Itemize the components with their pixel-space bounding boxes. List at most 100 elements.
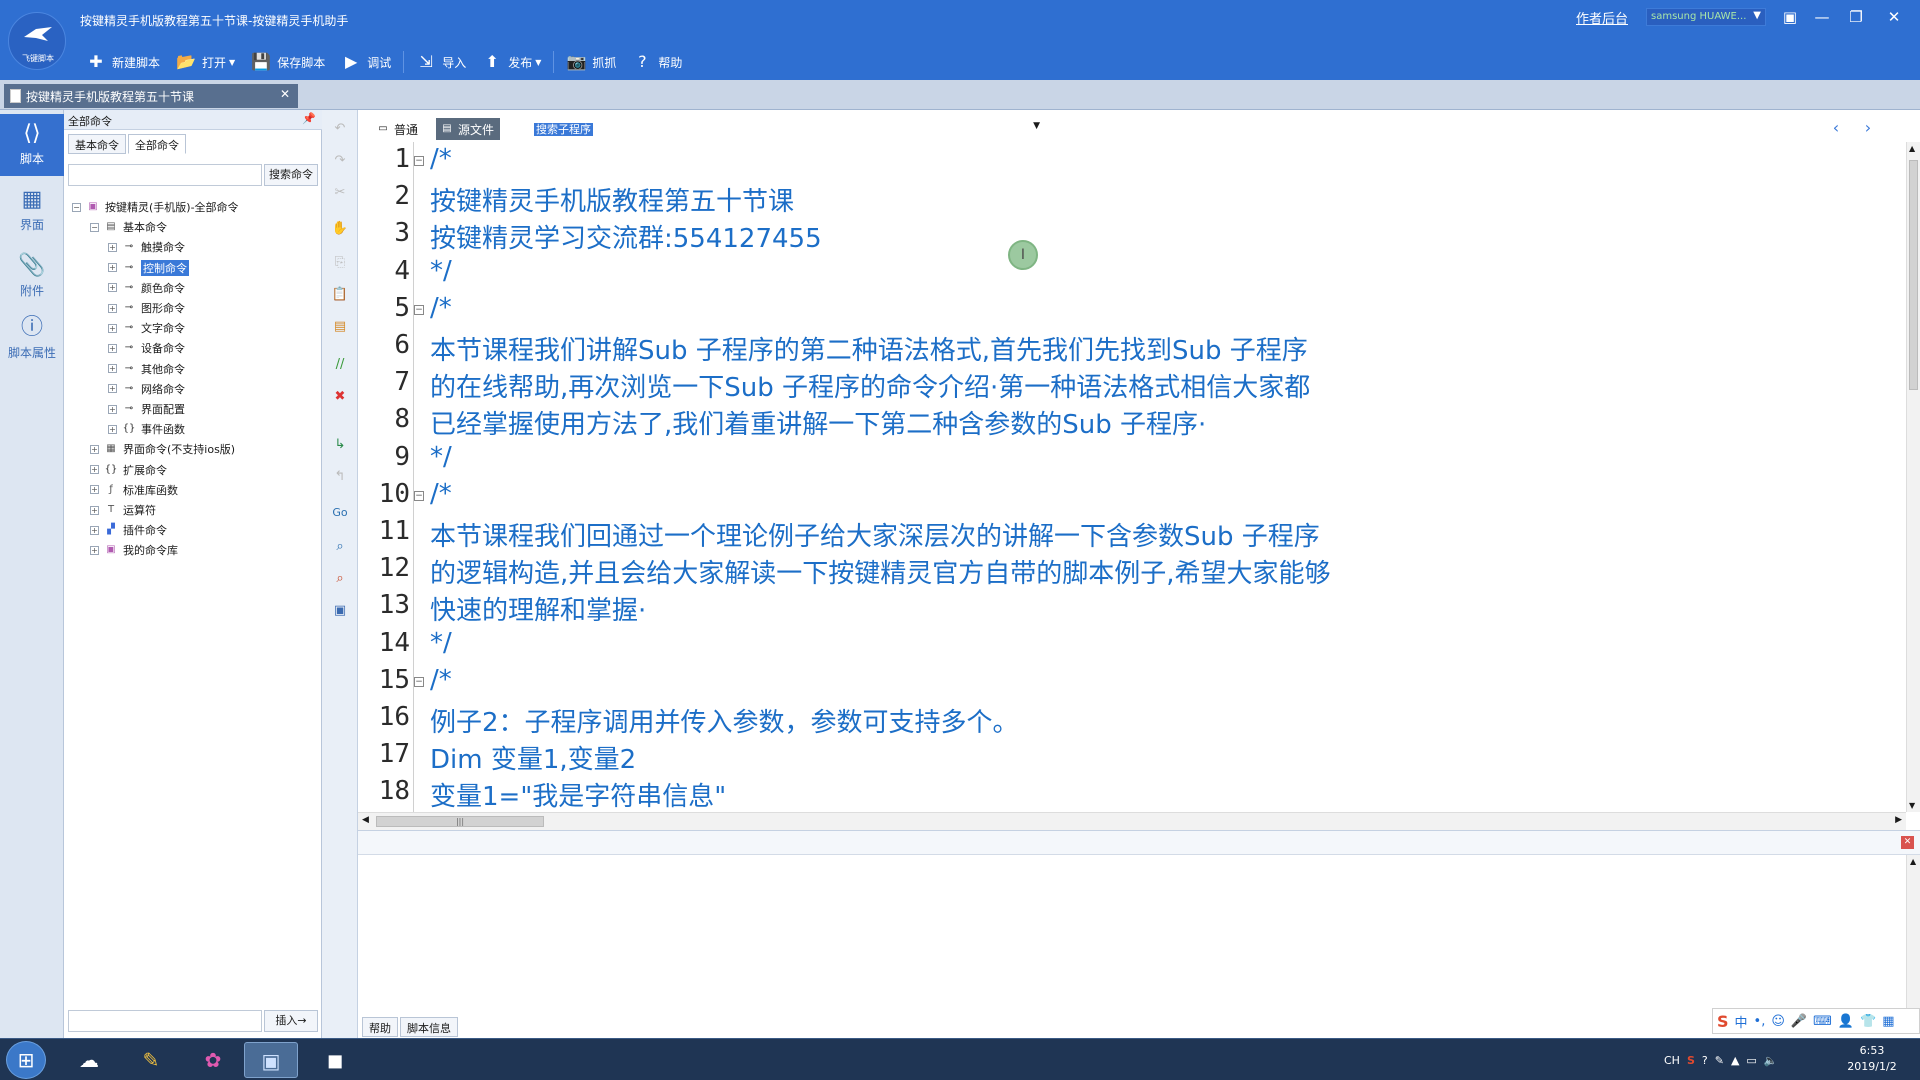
sogou-tray-icon[interactable]: S [1687,1054,1695,1067]
expand-icon[interactable]: + [90,465,99,475]
fold-toggle-icon[interactable]: − [414,156,424,166]
expand-icon[interactable]: + [108,384,117,394]
code-line[interactable]: 7 的在线帮助,再次浏览一下Sub 子程序的命令介绍·第一种语法格式相信大家都 [358,367,1908,404]
tree-node[interactable]: + {} 事件函数 [108,420,185,438]
outdent-icon[interactable]: ↰ [328,466,352,488]
system-clock[interactable]: 6:53 2019/1/2 [1830,1043,1914,1075]
collapse-icon[interactable]: − [90,222,99,232]
tree-node[interactable]: + ⊸ 设备命令 [108,339,185,357]
device-select[interactable]: samsung HUAWE... ▼ [1646,8,1766,26]
tree-node[interactable]: − ▤ 基本命令 [90,218,167,236]
tree-node[interactable]: + ⊸ 颜色命令 [108,279,185,297]
help-button[interactable]: ? 帮助 [624,49,690,75]
insert-button[interactable]: 插入→ [264,1010,318,1032]
tree-node[interactable]: + {} 扩展命令 [90,461,167,479]
tree-node[interactable]: + ▞ 插件命令 [90,521,167,539]
close-panel-icon[interactable]: ✕ [1901,836,1914,849]
show-hidden-icons[interactable]: ▲ [1731,1054,1739,1067]
capture-button[interactable]: 📷 抓抓 [558,49,624,75]
nox-emulator-icon[interactable]: ◼ [308,1042,362,1078]
tree-node[interactable]: + ⊸ 界面配置 [108,400,185,418]
tree-node[interactable]: + ⊸ 图形命令 [108,299,185,317]
search-command-button[interactable]: 搜索命令 [264,164,318,186]
expand-icon[interactable]: + [108,263,117,273]
code-line[interactable]: 10−/* [358,479,1908,516]
nav-script-properties[interactable]: ⓘ 脚本属性 [0,308,64,370]
expand-icon[interactable]: + [108,404,117,414]
start-button[interactable]: ⊞ [6,1041,46,1079]
skin-icon[interactable]: 👕 [1860,1014,1876,1029]
indent-icon[interactable]: ↳ [328,434,352,456]
language-indicator[interactable]: CH [1664,1054,1680,1067]
uncomment-icon[interactable]: ✖ [328,386,352,408]
minimize-button[interactable]: — [1808,6,1836,28]
scrollbar-thumb[interactable]: ||| [376,816,544,827]
toolbox-icon[interactable]: ▦ [1882,1014,1894,1029]
code-line[interactable]: 14 */ [358,628,1908,665]
code-line[interactable]: 4 */ [358,256,1908,293]
keyboard-icon[interactable]: ⌨ [1813,1014,1832,1029]
document-tab[interactable]: 按键精灵手机版教程第五十节课 ✕ [4,84,298,108]
network-icon[interactable]: ▭ [1746,1054,1756,1067]
expand-icon[interactable]: + [90,505,99,515]
close-tab-icon[interactable]: ✕ [280,87,290,101]
expand-icon[interactable]: + [90,485,99,495]
close-button[interactable]: ✕ [1880,6,1908,28]
tree-node[interactable]: + ▣ 我的命令库 [90,541,178,559]
undo-icon[interactable]: ↶ [328,118,352,140]
code-line[interactable]: 17 Dim 变量1,变量2 [358,739,1908,776]
pin-icon[interactable]: 📌 [302,112,316,125]
baidu-netdisk-icon[interactable]: ☁ [62,1042,116,1078]
tree-node[interactable]: + ⊸ 网络命令 [108,380,185,398]
hand-icon[interactable]: ✋ [328,218,352,240]
color-wheel-icon[interactable]: ✿ [186,1042,240,1078]
open-button[interactable]: 📂 打开 ▼ [168,49,243,75]
expand-icon[interactable]: + [108,424,117,434]
microphone-icon[interactable]: 🎤 [1791,1014,1807,1029]
help-panel-scrollbar[interactable]: ▲ [1906,855,1920,1015]
tab-help[interactable]: 帮助 [362,1017,398,1037]
publish-button[interactable]: ⬆ 发布 ▼ [474,49,549,75]
tree-node[interactable]: + ⊸ 其他命令 [108,360,185,378]
scroll-down-icon[interactable]: ▼ [1909,801,1915,810]
code-line[interactable]: 9 */ [358,442,1908,479]
tree-node[interactable]: + ƒ 标准库函数 [90,481,178,499]
expand-icon[interactable]: + [108,242,117,252]
code-line[interactable]: 5−/* [358,293,1908,330]
code-line[interactable]: 2 按键精灵手机版教程第五十节课 [358,181,1908,218]
author-backend-link[interactable]: 作者后台 [1576,8,1628,27]
expand-icon[interactable]: + [108,283,117,293]
mode-normal-tab[interactable]: ▭ 普通 [372,118,424,140]
remote-desktop-icon[interactable]: ▣ [244,1042,298,1078]
volume-icon[interactable]: 🔈 [1764,1054,1778,1067]
clipboard-icon[interactable]: ▤ [328,316,352,338]
import-button[interactable]: ⇲ 导入 [408,49,474,75]
emoji-icon[interactable]: ☺ [1771,1014,1785,1029]
code-line[interactable]: 3 按键精灵学习交流群:554127455 [358,218,1908,255]
punctuation-icon[interactable]: •, [1754,1014,1766,1029]
code-line[interactable]: 8 已经掌握使用方法了,我们着重讲解一下第二种含参数的Sub 子程序· [358,404,1908,441]
new-script-button[interactable]: ✚ 新建脚本 [78,49,168,75]
code-line[interactable]: 18 变量1="我是字符串信息" [358,776,1908,812]
copy-icon[interactable]: ⎘ [328,252,352,274]
expand-icon[interactable]: + [108,364,117,374]
tree-node[interactable]: + ⊸ 文字命令 [108,319,185,337]
find-icon[interactable]: ⌕ [328,536,352,558]
expand-icon[interactable]: + [108,323,117,333]
insert-input[interactable] [68,1010,262,1032]
fold-toggle-icon[interactable]: − [414,304,424,315]
scrollbar-thumb[interactable] [1909,160,1918,390]
tab-basic-commands[interactable]: 基本命令 [68,134,126,154]
nav-ui[interactable]: ▦ 界面 [0,180,64,242]
code-line[interactable]: 15−/* [358,665,1908,702]
chevron-right-icon[interactable]: › [1858,118,1878,138]
code-line[interactable]: 6 本节课程我们讲解Sub 子程序的第二种语法格式,首先我们先找到Sub 子程序 [358,330,1908,367]
replace-icon[interactable]: ⌕ [328,568,352,590]
scroll-up-icon[interactable]: ▲ [1909,144,1915,153]
code-line[interactable]: 1−/* [358,144,1908,181]
tab-script-info[interactable]: 脚本信息 [400,1017,458,1037]
mode-source-tab[interactable]: ▤ 源文件 [436,118,501,140]
user-icon[interactable]: 👤 [1838,1014,1854,1029]
tree-node[interactable]: + T 运算符 [90,501,156,519]
pen-tray-icon[interactable]: ✎ [1715,1054,1724,1067]
